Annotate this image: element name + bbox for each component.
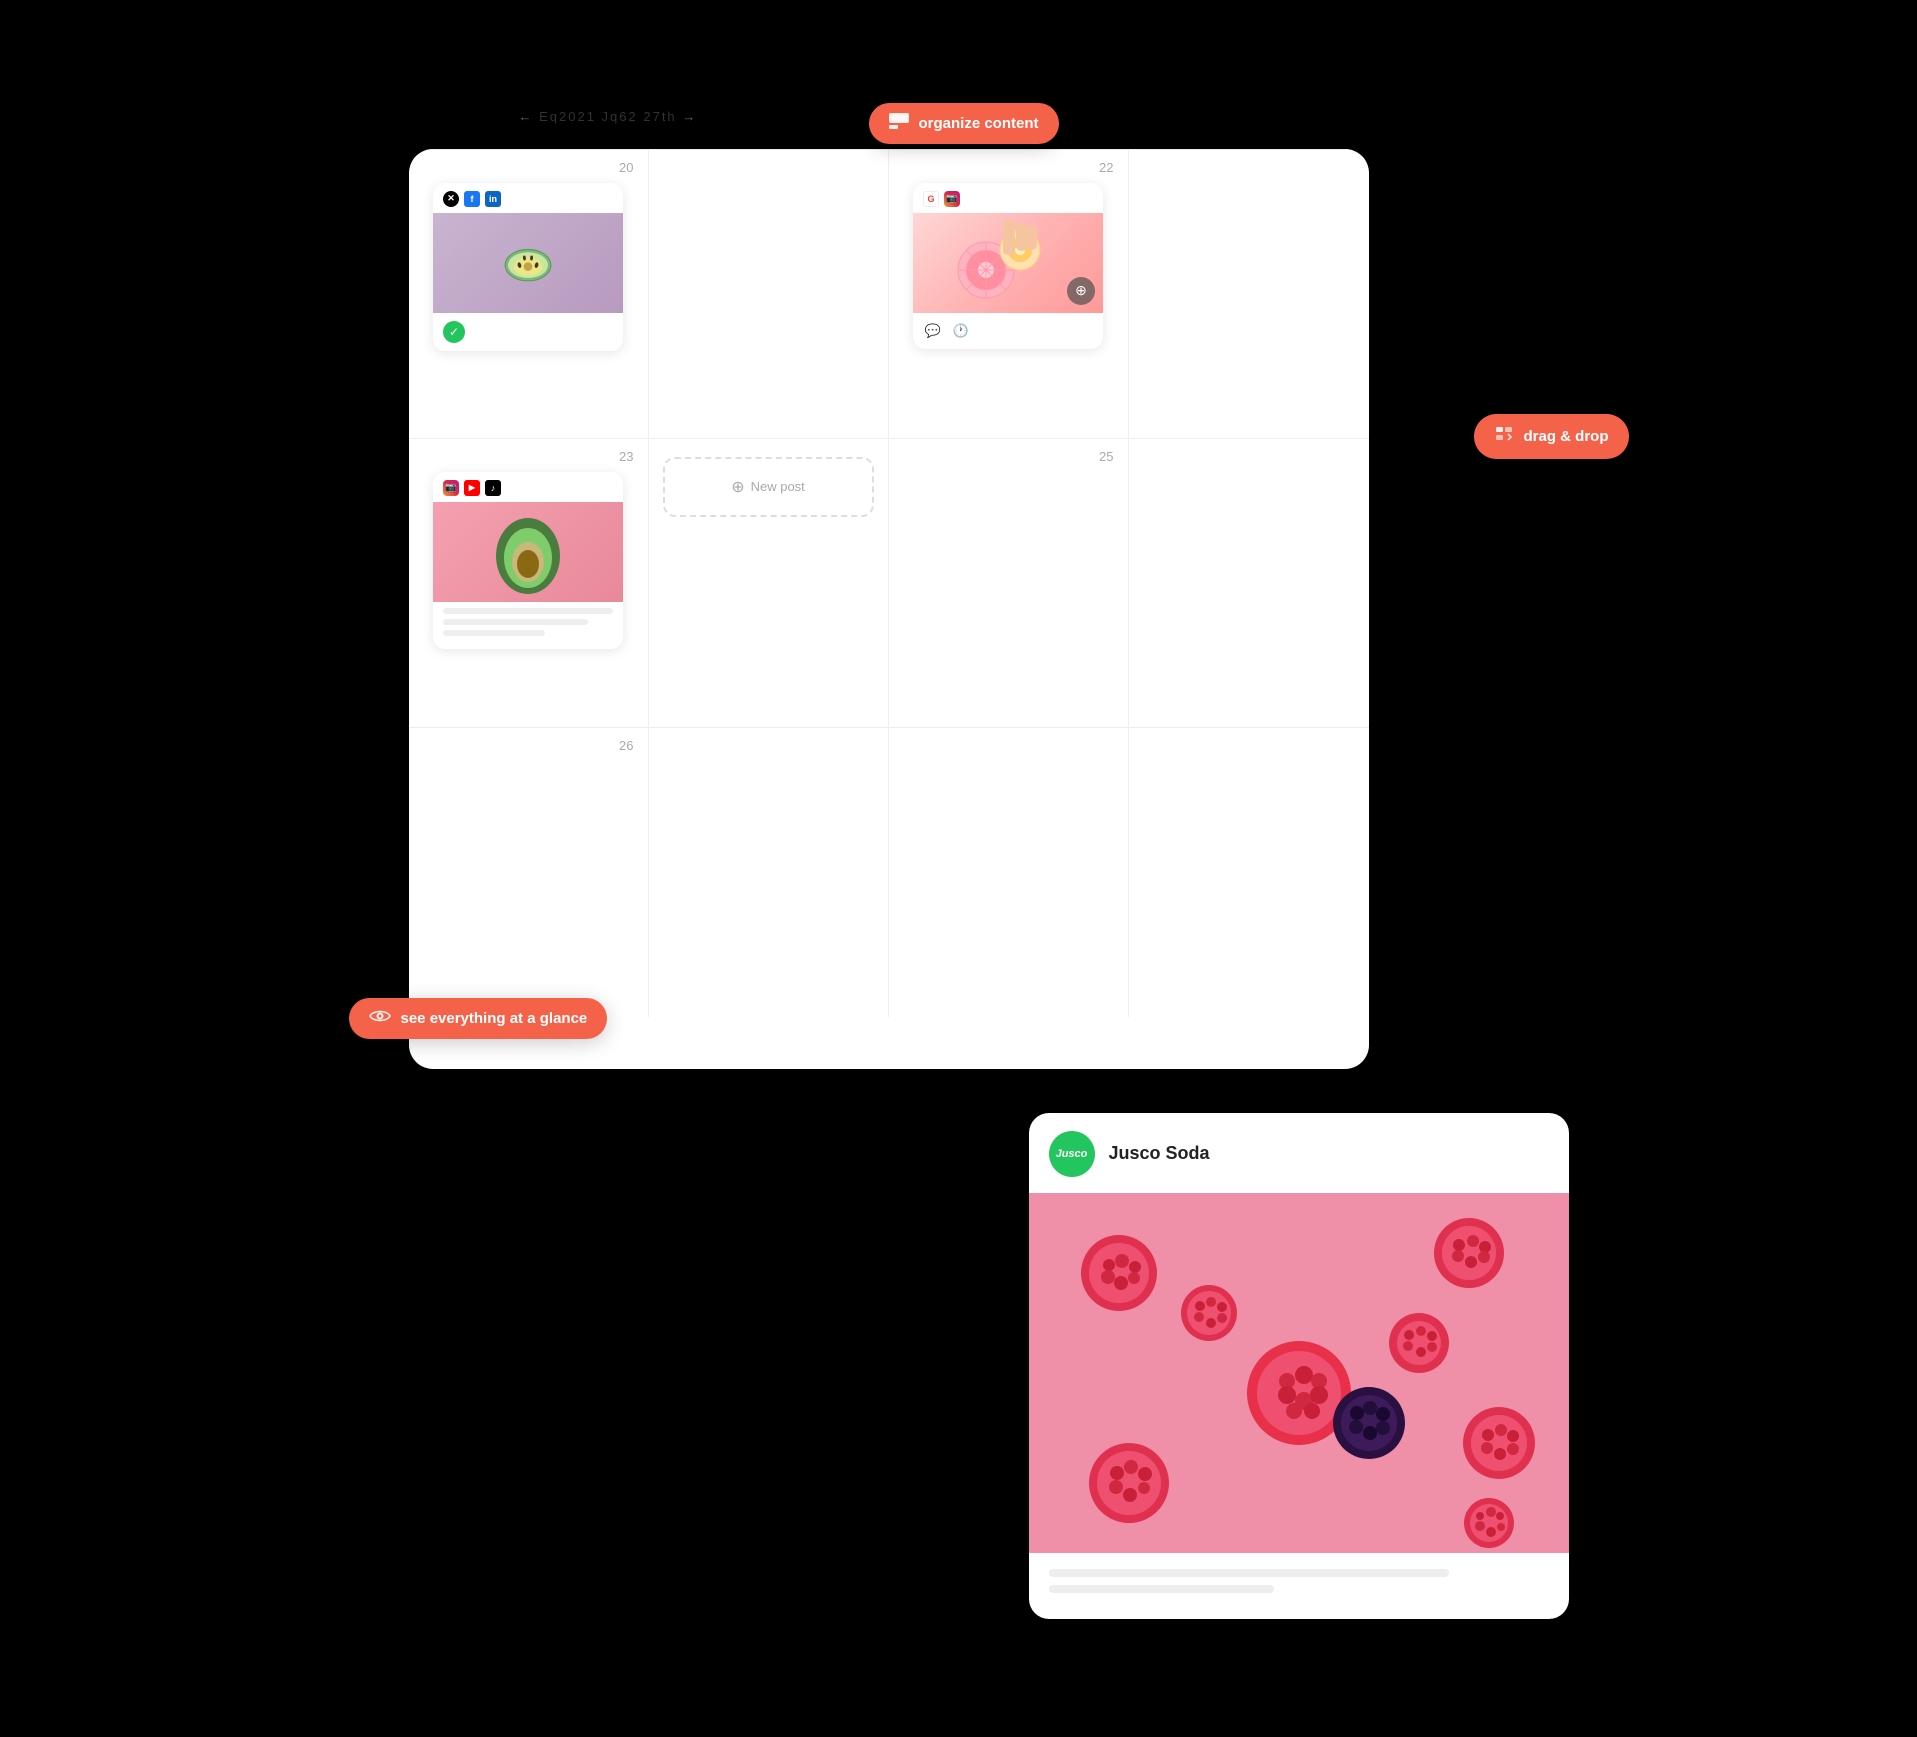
day-number-23: 23: [423, 449, 634, 464]
avocado-image: [433, 502, 623, 602]
organize-content-label: organize content: [869, 103, 1059, 144]
eye-svg: [369, 1008, 391, 1024]
youtube-icon: ▶: [464, 480, 480, 496]
calendar-nav: ← Eq2021 Jq62 27th →: [519, 109, 698, 124]
brand-name: Jusco Soda: [1109, 1143, 1210, 1164]
text-line-2: [443, 619, 588, 625]
organize-icon: [889, 113, 909, 134]
organize-svg: [889, 113, 909, 129]
expanded-card-footer: [1029, 1553, 1569, 1619]
cal-cell-20: 20 ✕ f in: [409, 150, 649, 439]
post-card-header-avocado: 📷 ▶ ♪: [433, 472, 623, 502]
cal-cell-24: ⊕ New post: [649, 439, 889, 728]
melon-svg: [498, 238, 558, 288]
text-line-1: [443, 608, 613, 614]
checkmark-icon: ✓: [443, 321, 465, 343]
cal-cell-empty-r22: [1129, 150, 1369, 439]
footer-text-line-1: [1049, 1569, 1449, 1577]
tiktok-icon: ♪: [485, 480, 501, 496]
drag-drop-label: drag & drop: [1474, 414, 1629, 459]
calendar-title: Eq2021 Jq62 27th: [539, 109, 677, 124]
berries-svg: [1029, 1193, 1569, 1553]
text-line-3: [443, 630, 545, 636]
post-card-actions: 💬 🕐: [913, 313, 1103, 349]
footer-text-line-2: [1049, 1585, 1274, 1593]
drag-icon: [1494, 424, 1514, 449]
day-number-26: 26: [423, 738, 634, 753]
instagram-icon-2: 📷: [443, 480, 459, 496]
cal-cell-empty-3c: [889, 728, 1129, 1017]
main-scene: ← Eq2021 Jq62 27th → 20 ✕ f in: [409, 119, 1509, 1619]
linkedin-icon: in: [485, 191, 501, 207]
cal-cell-empty-3d: [1129, 728, 1369, 1017]
expanded-card-image: [1029, 1193, 1569, 1553]
brand-avatar: Jusco: [1049, 1131, 1095, 1177]
day-number-20: 20: [423, 160, 634, 175]
calendar-card: 20 ✕ f in: [409, 149, 1369, 1069]
day-number-25: 25: [903, 449, 1114, 464]
post-card-header: ✕ f in: [433, 183, 623, 213]
expanded-card-header: Jusco Jusco Soda: [1029, 1113, 1569, 1193]
eye-icon: [369, 1008, 391, 1029]
facebook-icon: f: [464, 191, 480, 207]
day-number-22: 22: [903, 160, 1114, 175]
organize-label-text: organize content: [919, 115, 1039, 132]
comment-icon: 💬: [923, 321, 943, 341]
expanded-post-card: Jusco Jusco Soda: [1029, 1113, 1569, 1619]
post-card-avocado[interactable]: 📷 ▶ ♪: [433, 472, 623, 649]
post-card-drink[interactable]: G 📷: [913, 183, 1103, 349]
post-card-melon[interactable]: ✕ f in: [433, 183, 623, 351]
post-card-footer: ✓: [433, 313, 623, 351]
drink-image: ⊕: [913, 213, 1103, 313]
new-post-plus-icon: ⊕: [731, 477, 744, 497]
google-icon: G: [923, 191, 939, 207]
x-icon: ✕: [443, 191, 459, 207]
avocado-svg: [478, 504, 578, 599]
cal-cell-25: 25: [889, 439, 1129, 728]
add-to-post-icon[interactable]: ⊕: [1067, 277, 1095, 305]
clock-icon: 🕐: [951, 321, 971, 341]
instagram-icon: 📷: [944, 191, 960, 207]
drag-svg: [1494, 424, 1514, 444]
cal-cell-23: 23 📷 ▶ ♪: [409, 439, 649, 728]
calendar-grid: 20 ✕ f in: [409, 149, 1369, 1017]
cal-cell-21: [649, 150, 889, 439]
cal-cell-empty-r25: [1129, 439, 1369, 728]
new-post-button[interactable]: ⊕ New post: [663, 457, 874, 517]
post-card-text: [433, 602, 623, 649]
cal-cell-22: 22 G 📷: [889, 150, 1129, 439]
drink-svg: [948, 215, 1068, 310]
melon-image: [433, 213, 623, 313]
avatar-text: Jusco: [1056, 1148, 1088, 1160]
new-post-label: New post: [751, 479, 805, 494]
glance-label: see everything at a glance: [349, 998, 608, 1039]
cal-cell-26: 26: [409, 728, 649, 1017]
glance-label-text: see everything at a glance: [401, 1010, 588, 1027]
drag-drop-label-text: drag & drop: [1524, 428, 1609, 445]
post-card-header-drink: G 📷: [913, 183, 1103, 213]
cal-cell-empty-3b: [649, 728, 889, 1017]
